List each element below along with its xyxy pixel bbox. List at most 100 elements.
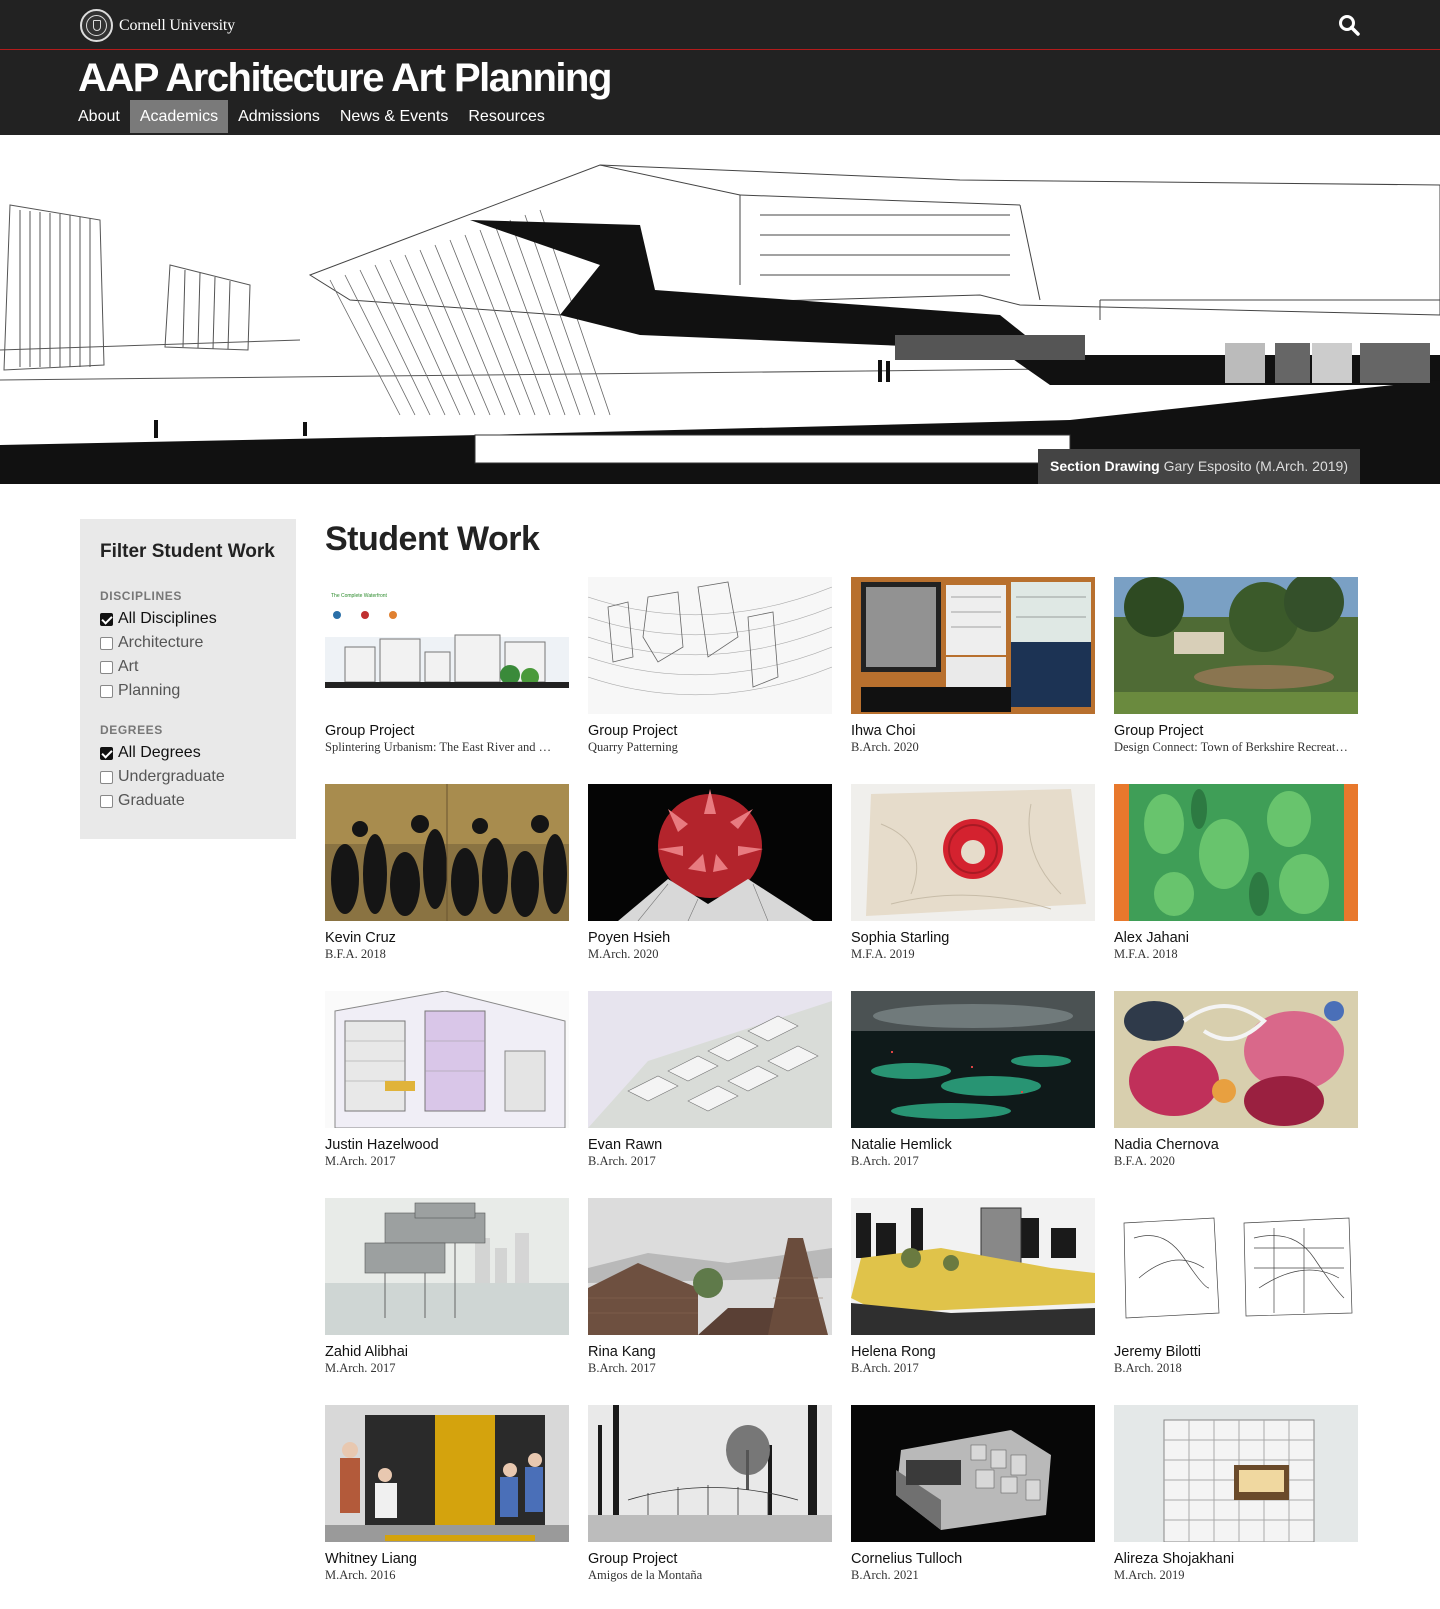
work-card[interactable]: Alex Jahani M.F.A. 2018 [1114, 784, 1358, 991]
work-author[interactable]: Alireza Shojakhani [1114, 1551, 1358, 1567]
filter-option-undergraduate[interactable]: Undergraduate [100, 765, 276, 789]
work-author[interactable]: Ihwa Choi [851, 723, 1095, 739]
work-card[interactable]: Rina Kang B.Arch. 2017 [588, 1198, 832, 1405]
checkbox[interactable] [100, 636, 113, 650]
work-card[interactable]: Group Project Design Connect: Town of Ber… [1114, 577, 1358, 784]
work-card[interactable]: Whitney Liang M.Arch. 2016 [325, 1405, 569, 1609]
work-author[interactable]: Group Project [1114, 723, 1358, 739]
checkbox[interactable] [100, 746, 113, 760]
work-card[interactable]: Zahid Alibhai M.Arch. 2017 [325, 1198, 569, 1405]
work-author[interactable]: Justin Hazelwood [325, 1137, 569, 1153]
work-author[interactable]: Kevin Cruz [325, 930, 569, 946]
student-work-grid: The Complete Waterfront Group Project Spli… [325, 577, 1360, 1609]
work-card[interactable]: Ihwa Choi B.Arch. 2020 [851, 577, 1095, 784]
work-thumbnail[interactable] [325, 784, 569, 921]
work-card[interactable]: Poyen Hsieh M.Arch. 2020 [588, 784, 832, 991]
checkbox[interactable] [100, 660, 113, 674]
work-thumbnail[interactable] [851, 991, 1095, 1128]
caption-title: Section Drawing [1050, 458, 1160, 474]
work-thumbnail[interactable] [588, 991, 832, 1128]
work-author[interactable]: Alex Jahani [1114, 930, 1358, 946]
work-author[interactable]: Evan Rawn [588, 1137, 832, 1153]
work-card[interactable]: Jeremy Bilotti B.Arch. 2018 [1114, 1198, 1358, 1405]
work-card[interactable]: Group Project Amigos de la Montaña [588, 1405, 832, 1609]
work-thumbnail[interactable] [325, 991, 569, 1128]
work-thumbnail[interactable] [325, 1405, 569, 1542]
work-author[interactable]: Jeremy Bilotti [1114, 1344, 1358, 1360]
work-author[interactable]: Zahid Alibhai [325, 1344, 569, 1360]
work-subtitle: M.F.A. 2018 [1114, 947, 1178, 961]
work-subtitle: M.Arch. 2019 [1114, 1568, 1185, 1582]
checkbox[interactable] [100, 612, 113, 626]
work-card[interactable]: Cornelius Tulloch B.Arch. 2021 [851, 1405, 1095, 1609]
work-subtitle: B.Arch. 2017 [851, 1154, 919, 1168]
work-thumbnail[interactable] [1114, 991, 1358, 1128]
work-subtitle: Quarry Patterning [588, 740, 678, 754]
work-author[interactable]: Nadia Chernova [1114, 1137, 1358, 1153]
work-thumbnail[interactable] [588, 577, 832, 714]
work-card[interactable]: Natalie Hemlick B.Arch. 2017 [851, 991, 1095, 1198]
cornell-logo[interactable]: Cornell University [80, 9, 235, 42]
work-thumbnail[interactable] [1114, 1405, 1358, 1542]
work-author[interactable]: Cornelius Tulloch [851, 1551, 1095, 1567]
checkbox[interactable] [100, 770, 113, 784]
work-thumbnail[interactable] [588, 1198, 832, 1335]
filter-option-all-disciplines[interactable]: All Disciplines [100, 607, 276, 631]
work-thumbnail[interactable] [1114, 784, 1358, 921]
filter-option-graduate[interactable]: Graduate [100, 789, 276, 813]
work-thumbnail[interactable]: The Complete Waterfront [325, 577, 569, 714]
work-card[interactable]: The Complete Waterfront Group Project Spli… [325, 577, 569, 784]
degrees-heading: DEGREES [100, 723, 163, 737]
work-author[interactable]: Natalie Hemlick [851, 1137, 1095, 1153]
filter-option-all-degrees[interactable]: All Degrees [100, 741, 276, 765]
work-subtitle: B.Arch. 2017 [851, 1361, 919, 1375]
nav-item-academics[interactable]: Academics [129, 100, 229, 133]
search-icon[interactable] [1338, 14, 1360, 36]
work-card[interactable]: Kevin Cruz B.F.A. 2018 [325, 784, 569, 991]
work-thumbnail[interactable] [588, 1405, 832, 1542]
filter-option-architecture[interactable]: Architecture [100, 631, 276, 655]
work-card[interactable]: Helena Rong B.Arch. 2017 [851, 1198, 1095, 1405]
work-card[interactable]: Evan Rawn B.Arch. 2017 [588, 991, 832, 1198]
work-thumbnail[interactable] [851, 577, 1095, 714]
work-subtitle: Amigos de la Montaña [588, 1568, 703, 1582]
work-subtitle: B.Arch. 2017 [588, 1361, 656, 1375]
work-author[interactable]: Group Project [325, 723, 569, 739]
nav-item-about[interactable]: About [68, 100, 130, 133]
work-card[interactable]: Alireza Shojakhani M.Arch. 2019 [1114, 1405, 1358, 1609]
nav-item-admissions[interactable]: Admissions [228, 100, 330, 133]
nav-item-news-events[interactable]: News & Events [330, 100, 458, 133]
work-thumbnail[interactable] [325, 1198, 569, 1335]
work-author[interactable]: Rina Kang [588, 1344, 832, 1360]
nav-item-resources[interactable]: Resources [458, 100, 554, 133]
work-thumbnail[interactable] [588, 784, 832, 921]
work-thumbnail[interactable] [851, 784, 1095, 921]
main-nav: About Academics Admissions News & Events Res… [68, 100, 555, 135]
work-thumbnail[interactable] [851, 1198, 1095, 1335]
work-card[interactable]: Nadia Chernova B.F.A. 2020 [1114, 991, 1358, 1198]
work-author[interactable]: Group Project [588, 1551, 832, 1567]
work-card[interactable]: Justin Hazelwood M.Arch. 2017 [325, 991, 569, 1198]
work-author[interactable]: Poyen Hsieh [588, 930, 832, 946]
hero-image: Section Drawing Gary Esposito (M.Arch. 2… [0, 135, 1440, 484]
work-subtitle: B.Arch. 2018 [1114, 1361, 1182, 1375]
checkbox[interactable] [100, 684, 113, 698]
work-author[interactable]: Sophia Starling [851, 930, 1095, 946]
site-title[interactable]: AAP Architecture Art Planning [78, 56, 612, 101]
work-card[interactable]: Sophia Starling M.F.A. 2019 [851, 784, 1095, 991]
filter-option-label: All Disciplines [118, 610, 217, 627]
work-subtitle: B.Arch. 2021 [851, 1568, 919, 1582]
work-subtitle: M.Arch. 2020 [588, 947, 659, 961]
checkbox[interactable] [100, 794, 113, 808]
work-card[interactable]: Group Project Quarry Patterning [588, 577, 832, 784]
work-thumbnail[interactable] [851, 1405, 1095, 1542]
filter-option-planning[interactable]: Planning [100, 679, 276, 703]
filter-option-label: All Degrees [118, 744, 201, 761]
work-author[interactable]: Group Project [588, 723, 832, 739]
filter-option-art[interactable]: Art [100, 655, 276, 679]
work-subtitle: M.Arch. 2017 [325, 1154, 396, 1168]
work-author[interactable]: Helena Rong [851, 1344, 1095, 1360]
work-author[interactable]: Whitney Liang [325, 1551, 569, 1567]
work-thumbnail[interactable] [1114, 577, 1358, 714]
work-thumbnail[interactable] [1114, 1198, 1358, 1335]
